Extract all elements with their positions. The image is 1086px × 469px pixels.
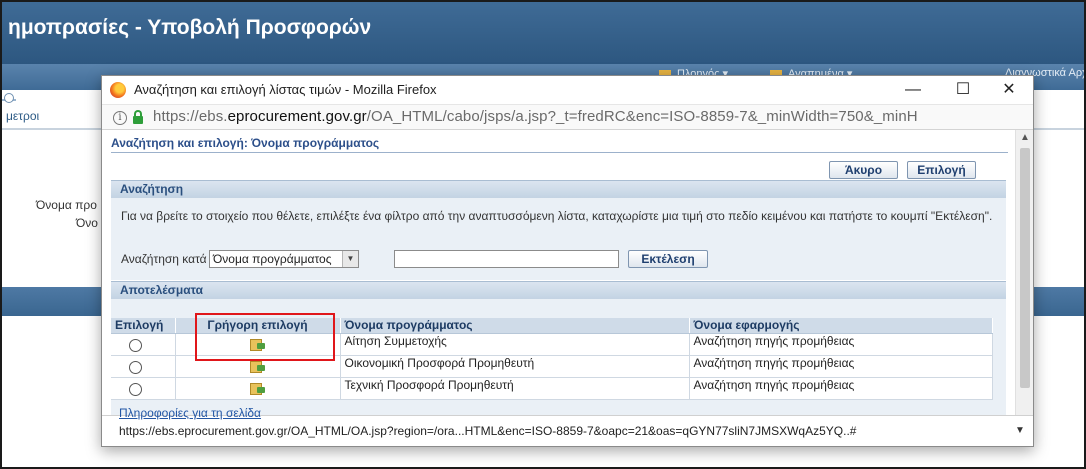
- table-row: Τεχνική Προσφορά Προμηθευτή Αναζήτηση πη…: [111, 377, 993, 400]
- page-title: Αναζήτηση και επιλογή: Όνομα προγράμματο…: [111, 136, 380, 150]
- select-button[interactable]: Επιλογή: [907, 161, 976, 179]
- url-text[interactable]: https://ebs.eprocurement.gov.gr/OA_HTML/…: [153, 108, 918, 125]
- page-content: Αναζήτηση και επιλογή: Όνομα προγράμματο…: [102, 130, 1015, 415]
- scroll-up-icon[interactable]: ▲: [1020, 132, 1030, 143]
- select-radio[interactable]: [129, 382, 142, 396]
- bg-field-label-1: Όνομα προ: [36, 198, 97, 212]
- application-name-cell: Αναζήτηση πηγής προμήθειας: [689, 333, 993, 356]
- select-radio[interactable]: [129, 338, 142, 352]
- address-bar[interactable]: i https://ebs.eprocurement.gov.gr/OA_HTM…: [102, 104, 1033, 130]
- program-name-cell: Αίτηση Συμμετοχής: [340, 333, 690, 356]
- application-name-cell: Αναζήτηση πηγής προμήθειας: [689, 355, 993, 378]
- quick-select-cell: [175, 377, 341, 400]
- vertical-scrollbar[interactable]: ▲: [1015, 130, 1033, 415]
- window-titlebar[interactable]: Αναζήτηση και επιλογή λίστας τιμών - Moz…: [102, 76, 1033, 104]
- results-section-header: Αποτελέσματα: [111, 281, 1006, 299]
- select-cell: [111, 333, 176, 356]
- scrollbar-thumb[interactable]: [1020, 148, 1030, 388]
- lov-popup-window: Αναζήτηση και επιλογή λίστας τιμών - Moz…: [101, 75, 1034, 447]
- bg-app-title: ημοπρασίες - Υποβολή Προσφορών: [8, 16, 372, 39]
- close-button[interactable]: ✕: [989, 78, 1029, 102]
- search-text-input[interactable]: [394, 250, 619, 268]
- screenshot-root: ημοπρασίες - Υποβολή Προσφορών Πλοηγός ▾…: [0, 0, 1086, 469]
- quick-select-icon[interactable]: [250, 360, 265, 373]
- status-url: https://ebs.eprocurement.gov.gr/OA_HTML/…: [119, 424, 857, 438]
- quick-select-icon[interactable]: [250, 382, 265, 395]
- col-header-program-name[interactable]: Όνομα προγράμματος: [340, 318, 690, 334]
- title-divider: [111, 152, 1008, 153]
- col-header-application-name[interactable]: Όνομα εφαρμογής: [689, 318, 993, 334]
- program-name-cell: Τεχνική Προσφορά Προμηθευτή: [340, 377, 690, 400]
- cancel-button[interactable]: Άκυρο: [829, 161, 898, 179]
- col-header-select: Επιλογή: [111, 318, 176, 334]
- search-filter-value: Όνομα προγράμματος: [213, 252, 332, 266]
- info-icon[interactable]: i: [113, 111, 127, 125]
- bg-train-step-icon: [4, 93, 14, 103]
- bg-train-label[interactable]: μετροι: [6, 109, 39, 123]
- page-info-link[interactable]: Πληροφορίες για τη σελίδα: [119, 406, 261, 420]
- select-cell: [111, 355, 176, 378]
- lock-icon[interactable]: [133, 110, 143, 124]
- select-radio[interactable]: [129, 360, 142, 374]
- minimize-button[interactable]: —: [893, 78, 933, 102]
- chevron-down-icon[interactable]: ▼: [1015, 425, 1025, 436]
- maximize-button[interactable]: ☐: [943, 78, 983, 102]
- window-title: Αναζήτηση και επιλογή λίστας τιμών - Moz…: [134, 82, 437, 97]
- search-filter-select[interactable]: Όνομα προγράμματος ▼: [209, 250, 359, 268]
- bg-app-header: ημοπρασίες - Υποβολή Προσφορών: [2, 2, 1084, 64]
- search-by-label: Αναζήτηση κατά: [121, 252, 207, 266]
- select-cell: [111, 377, 176, 400]
- chevron-down-icon[interactable]: ▼: [342, 251, 358, 267]
- program-name-cell: Οικονομική Προσφορά Προμηθευτή: [340, 355, 690, 378]
- search-instructions: Για να βρείτε το στοιχείο που θέλετε, επ…: [121, 209, 993, 223]
- annotation-highlight-box: [195, 313, 335, 361]
- bg-field-label-2: Όνο: [76, 216, 98, 230]
- search-panel: Για να βρείτε το στοιχείο που θέλετε, επ…: [111, 198, 1006, 280]
- application-name-cell: Αναζήτηση πηγής προμήθειας: [689, 377, 993, 400]
- search-section-header: Αναζήτηση: [111, 180, 1006, 198]
- go-button[interactable]: Εκτέλεση: [628, 250, 708, 268]
- firefox-logo-icon: [110, 82, 126, 98]
